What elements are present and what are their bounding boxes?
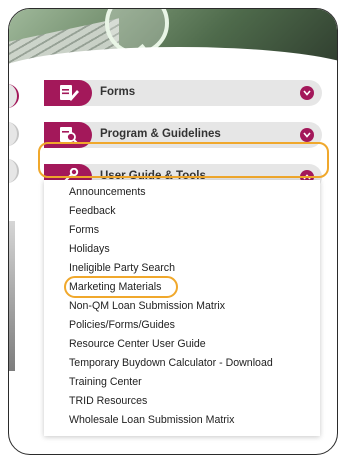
link-ineligible-party-search[interactable]: Ineligible Party Search — [69, 262, 175, 274]
link-non-qm-loan-submission-matrix[interactable]: Non-QM Loan Submission Matrix — [69, 300, 225, 312]
chevron-down-icon[interactable] — [300, 86, 314, 100]
link-policies-forms-guides[interactable]: Policies/Forms/Guides — [69, 319, 175, 331]
left-tab-2[interactable] — [9, 122, 19, 146]
link-temporary-buydown-calculator[interactable]: Temporary Buydown Calculator - Download — [69, 357, 273, 369]
accordion-header-program-guidelines[interactable]: Program & Guidelines — [44, 122, 322, 148]
left-tab-3[interactable] — [9, 159, 19, 183]
link-wholesale-loan-submission-matrix[interactable]: Wholesale Loan Submission Matrix — [69, 414, 234, 426]
link-feedback[interactable]: Feedback — [69, 205, 116, 217]
link-marketing-materials[interactable]: Marketing Materials — [69, 281, 161, 293]
chevron-down-icon[interactable] — [300, 128, 314, 142]
link-announcements[interactable]: Announcements — [69, 186, 146, 198]
hero-banner-image — [9, 9, 337, 71]
left-photo-strip — [9, 221, 15, 371]
link-resource-center-user-guide[interactable]: Resource Center User Guide — [69, 338, 206, 350]
document-pen-icon — [44, 80, 92, 106]
left-column-edge — [9, 71, 19, 454]
link-holidays[interactable]: Holidays — [69, 243, 110, 255]
link-trid-resources[interactable]: TRID Resources — [69, 395, 147, 407]
user-guide-tools-panel: Announcements Feedback Forms Holidays In… — [44, 180, 320, 436]
accordion-label: Forms — [100, 86, 136, 98]
link-forms[interactable]: Forms — [69, 224, 99, 236]
accordion-header-forms[interactable]: Forms — [44, 80, 322, 106]
accordion-label: Program & Guidelines — [100, 128, 221, 140]
left-tab-1[interactable] — [9, 84, 19, 108]
link-training-center[interactable]: Training Center — [69, 376, 142, 388]
document-search-icon — [44, 122, 92, 148]
